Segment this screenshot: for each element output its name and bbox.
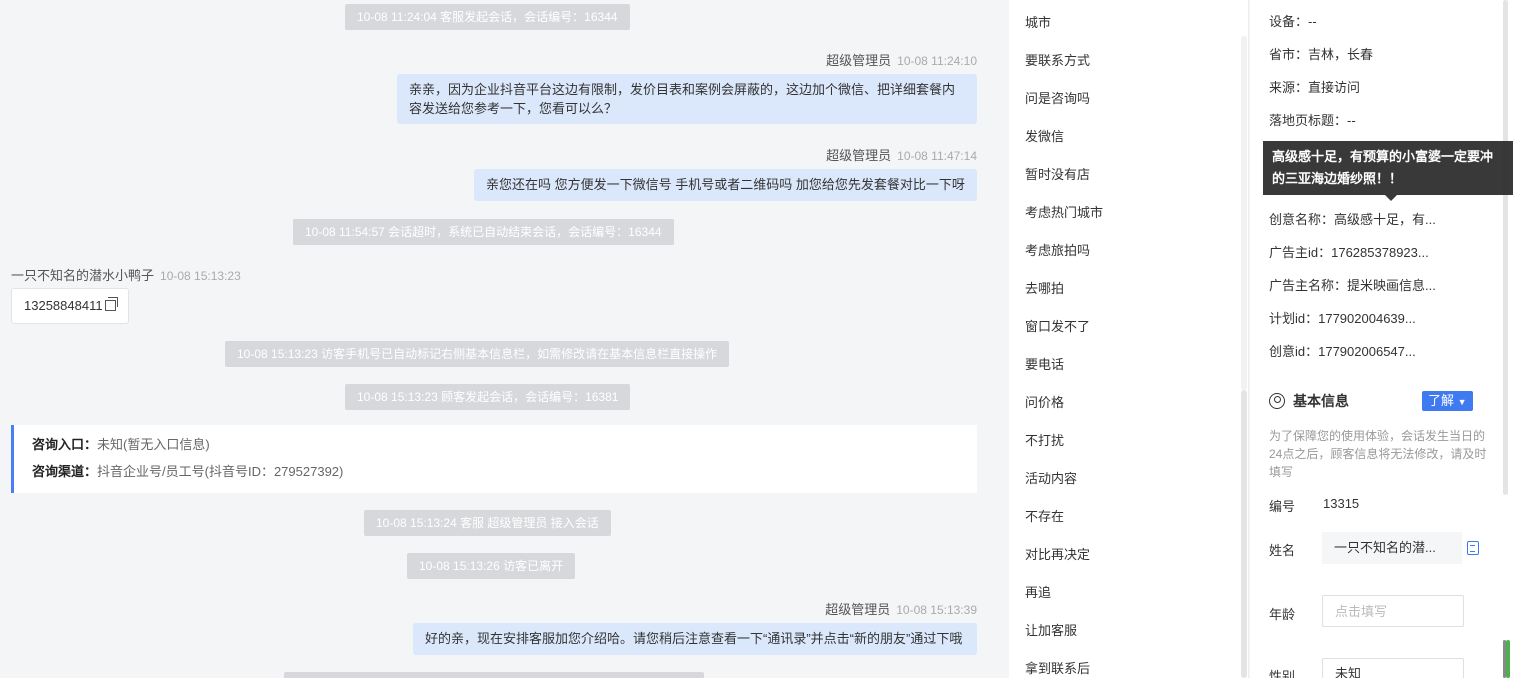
sender-name: 超级管理员 [826,148,892,163]
creative-name-tooltip: 高级感十足，有预算的小富婆一定要冲的三亚海边婚纱照！！ [1263,141,1513,201]
id-label: 编号 [1269,499,1296,514]
scrollbar-track [1241,36,1247,390]
system-message: 10-08 15:13:26 访客已离开 [407,553,576,579]
button-label: 了解 [1428,393,1455,408]
system-message: 10-08 15:13:24 客服 超级管理员 接入会话 [364,510,611,536]
channel-label: 咨询渠道： [32,464,98,479]
basic-info-title: 基本信息 [1269,391,1349,411]
creative-id-field[interactable]: 创意id：177902006547... [1269,341,1416,360]
system-message: 10-08 11:24:04 客服发起会话，会话编号：16344 [345,4,630,30]
creative-name-field[interactable]: 创意名称：高级感十足，有... [1269,209,1436,228]
quick-reply-item[interactable]: 不打扰 [1025,430,1064,449]
quick-reply-item[interactable]: 考虑热门城市 [1025,202,1103,221]
message-time: 10-08 15:13:39 [896,603,977,617]
quick-reply-item[interactable]: 要电话 [1025,354,1064,373]
visitor-info-panel: 设备：-- 省市：吉林，长春 来源：直接访问 落地页标题：-- 创意名称：高级感… [1250,0,1513,678]
advertiser-name-field[interactable]: 广告主名称：提米映画信息... [1269,275,1436,294]
consult-info-card: 咨询入口：未知(暂无入口信息) 咨询渠道：抖音企业号/员工号(抖音号ID：279… [11,425,977,493]
system-message: 10-08 11:54:57 会话超时，系统已自动结束会话，会话编号：16344 [293,219,674,245]
scrollbar-indicator-green [1506,640,1510,678]
outgoing-message[interactable]: 亲亲，因为企业抖音平台这边有限制，发价目表和案例会屏蔽的，这边加个微信、把详细套… [397,74,977,124]
age-input[interactable] [1322,595,1464,627]
quick-reply-list[interactable]: 城市 要联系方式 问是咨询吗 发微信 暂时没有店 考虑热门城市 考虑旅拍吗 去哪… [1009,0,1249,678]
quick-reply-item[interactable]: 不存在 [1025,506,1064,525]
quick-reply-item[interactable]: 拿到联系后 [1025,658,1090,677]
quick-reply-item[interactable]: 对比再决定 [1025,544,1090,563]
device-field: 设备：-- [1269,14,1317,29]
copy-document-icon[interactable] [1467,541,1479,555]
quick-reply-item[interactable]: 考虑旅拍吗 [1025,240,1090,259]
caret-down-icon: ▼ [1457,397,1467,407]
quick-reply-item[interactable]: 窗口发不了 [1025,316,1090,335]
outgoing-message[interactable]: 好的亲，现在安排客服加您介绍哈。请您稍后注意查看一下“通讯录”并点击“新的朋友”… [413,623,977,655]
advertiser-id-field[interactable]: 广告主id：176285378923... [1269,242,1429,261]
landing-title-field: 落地页标题：-- [1269,113,1356,128]
plan-id-field[interactable]: 计划id：177902004639... [1269,308,1416,327]
message-line: 容发送给您参考一下，您看可以么？ [409,101,618,116]
visitor-name: 一只不知名的潜水小鸭子 [11,268,155,283]
phone-number: 13258848411 [24,298,103,313]
system-message: 10-08 15:13:23 访客手机号已自动标记右侧基本信息栏，如需修改请在基… [225,341,730,367]
sender-name: 超级管理员 [826,53,892,68]
know-more-button[interactable]: 了解 ▼ [1422,391,1473,411]
quick-reply-item[interactable]: 问价格 [1025,392,1064,411]
quick-reply-item[interactable]: 去哪拍 [1025,278,1064,297]
scrollbar-thumb[interactable] [1503,0,1508,495]
channel-value: 抖音企业号/员工号(抖音号ID：279527392) [97,464,344,479]
message-time: 10-08 15:13:23 [160,269,241,283]
quick-reply-item[interactable]: 让加客服 [1025,620,1077,639]
outgoing-message[interactable]: 亲您还在吗 您方便发一下微信号 手机号或者二维码吗 加您给您先发套餐对比一下呀 [474,169,977,201]
message-meta: 一只不知名的潜水小鸭子 10-08 15:13:23 [11,265,241,284]
name-field[interactable]: 一只不知名的潜... [1322,532,1462,564]
quick-reply-item[interactable]: 问是咨询吗 [1025,88,1090,107]
source-field: 来源：直接访问 [1269,80,1361,95]
section-title-text: 基本信息 [1293,393,1349,409]
message-time: 10-08 11:24:10 [897,54,977,68]
message-meta: 超级管理员 10-08 11:47:14 [826,145,977,164]
copy-icon[interactable] [104,297,118,311]
quick-reply-item[interactable]: 要联系方式 [1025,50,1090,69]
quick-reply-item[interactable]: 暂时没有店 [1025,164,1090,183]
incoming-message[interactable]: 13258848411 [11,288,129,324]
message-time: 10-08 11:47:14 [897,149,977,163]
gender-select[interactable]: 未知 [1322,658,1464,678]
age-label: 年龄 [1269,607,1296,622]
entry-label: 咨询入口： [32,437,98,452]
quick-reply-item[interactable]: 发微信 [1025,126,1064,145]
province-city-field: 省市：吉林，长春 [1269,47,1374,62]
quick-reply-item[interactable]: 活动内容 [1025,468,1077,487]
info-tip: 为了保障您的使用体验，会话发生当日的24点之后，顾客信息将无法修改，请及时填写 [1269,429,1487,479]
message-meta: 超级管理员 10-08 15:13:39 [825,599,977,618]
sender-name: 超级管理员 [825,602,891,617]
user-circle-icon [1269,393,1285,409]
message-meta: 超级管理员 10-08 11:24:10 [826,50,977,69]
system-message-partial [284,672,704,678]
system-message: 10-08 15:13:23 顾客发起会话，会话编号：16381 [345,384,631,410]
message-line: 亲亲，因为企业抖音平台这边有限制，发价目表和案例会屏蔽的，这边加个微信、把详细套… [409,82,956,97]
scrollbar-thumb[interactable] [1241,390,1247,678]
entry-value: 未知(暂无入口信息) [97,437,210,452]
gender-label: 性别 [1269,669,1296,678]
id-value: 13315 [1323,496,1360,511]
app-root: 10-08 11:24:04 客服发起会话，会话编号：16344 超级管理员 10… [0,0,1513,678]
quick-reply-item[interactable]: 城市 [1025,12,1051,31]
chat-pane[interactable]: 10-08 11:24:04 客服发起会话，会话编号：16344 超级管理员 10… [0,0,990,678]
quick-reply-item[interactable]: 再追 [1025,582,1051,601]
name-label: 姓名 [1269,543,1296,558]
